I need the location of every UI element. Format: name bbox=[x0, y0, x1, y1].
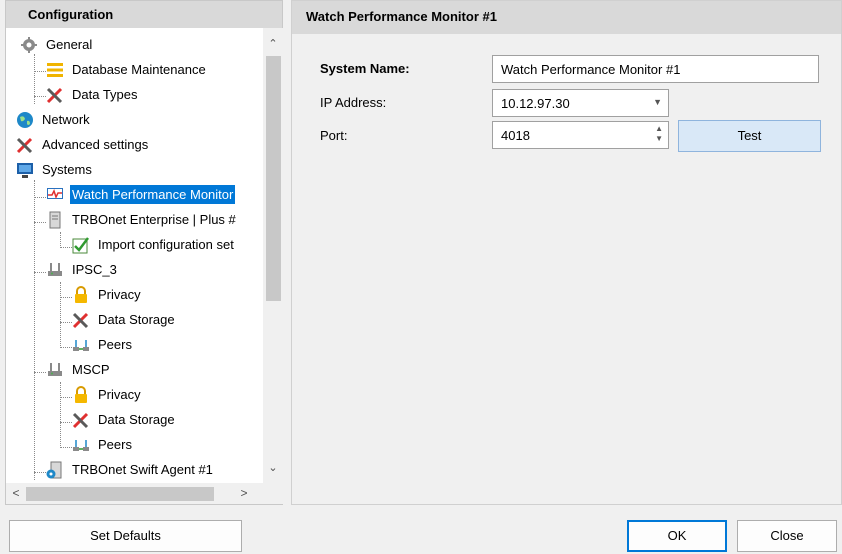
peers-icon bbox=[72, 336, 92, 354]
tree-item-label: IPSC_3 bbox=[72, 262, 117, 277]
system-name-field[interactable]: Watch Performance Monitor #1 bbox=[492, 55, 819, 83]
tree-item-label: TRBOnet Enterprise | Plus # bbox=[72, 212, 236, 227]
tree-item-label: Peers bbox=[98, 337, 132, 352]
port-value: 4018 bbox=[501, 128, 530, 143]
tools-icon bbox=[72, 311, 92, 329]
tree-item-data-storage[interactable]: Data Storage bbox=[72, 307, 177, 332]
tree-horizontal-scrollbar[interactable]: < > bbox=[6, 483, 263, 504]
database-maintenance-icon bbox=[46, 61, 66, 79]
spin-arrows-icon[interactable]: ▲ ▼ bbox=[655, 124, 663, 144]
tree-vertical-scrollbar[interactable]: ⌃ ⌄ bbox=[263, 28, 283, 483]
configuration-tree[interactable]: General Database Maintenance Data Types bbox=[6, 28, 263, 483]
tree-item-data-storage[interactable]: Data Storage bbox=[72, 407, 177, 432]
repeater-icon bbox=[46, 261, 66, 279]
tree-item-database-maintenance[interactable]: Database Maintenance bbox=[46, 57, 208, 82]
tree-item-mscp[interactable]: MSCP bbox=[46, 357, 112, 382]
tree-item-peers[interactable]: Peers bbox=[72, 332, 134, 357]
configuration-panel: Configuration General Database Maintenan… bbox=[5, 0, 283, 505]
tree-item-systems[interactable]: Systems bbox=[16, 157, 94, 182]
tree-item-label: Systems bbox=[42, 162, 92, 177]
lock-icon bbox=[72, 285, 92, 304]
globe-icon bbox=[16, 111, 36, 129]
tools-icon bbox=[16, 136, 36, 154]
configuration-header: Configuration bbox=[6, 1, 282, 28]
performance-monitor-icon bbox=[46, 186, 66, 204]
scrollbar-thumb[interactable] bbox=[26, 487, 214, 501]
tree-item-import-configuration[interactable]: Import configuration set bbox=[72, 232, 236, 257]
test-button[interactable]: Test bbox=[678, 120, 821, 152]
close-button[interactable]: Close bbox=[737, 520, 837, 552]
tree-item-label: Data Storage bbox=[98, 412, 175, 427]
tree-item-privacy[interactable]: Privacy bbox=[72, 282, 143, 307]
scrollbar-thumb[interactable] bbox=[266, 56, 281, 301]
tree-item-trbonet-swift-agent[interactable]: TRBOnet Swift Agent #1 bbox=[46, 457, 215, 482]
ip-address-label: IP Address: bbox=[320, 95, 387, 110]
tree-item-label: Database Maintenance bbox=[72, 62, 206, 77]
configuration-window: Configuration General Database Maintenan… bbox=[0, 0, 842, 554]
tree-item-label: Privacy bbox=[98, 287, 141, 302]
ip-address-combo[interactable]: 10.12.97.30 ▼ bbox=[492, 89, 669, 117]
tree-item-label: Peers bbox=[98, 437, 132, 452]
lock-icon bbox=[72, 385, 92, 404]
tree-item-label: Watch Performance Monitor bbox=[70, 185, 236, 204]
system-name-value: Watch Performance Monitor #1 bbox=[501, 62, 681, 77]
tree-item-general[interactable]: General bbox=[20, 32, 94, 57]
server-icon bbox=[46, 211, 66, 229]
tree-item-watch-performance-monitor[interactable]: Watch Performance Monitor bbox=[46, 182, 236, 207]
tree-item-trbonet-enterprise[interactable]: TRBOnet Enterprise | Plus # bbox=[46, 207, 238, 232]
tree-item-label: General bbox=[46, 37, 93, 52]
tools-icon bbox=[46, 86, 66, 104]
tree-item-ipsc-3[interactable]: IPSC_3 bbox=[46, 257, 119, 282]
chevron-down-icon[interactable]: ▼ bbox=[653, 97, 662, 107]
tree-item-label: Privacy bbox=[98, 387, 141, 402]
tree-item-data-types[interactable]: Data Types bbox=[46, 82, 140, 107]
scroll-right-icon[interactable]: > bbox=[234, 483, 254, 504]
tree-item-label: Network bbox=[42, 112, 90, 127]
tree-item-label: Advanced settings bbox=[42, 137, 149, 152]
system-name-label: System Name: bbox=[320, 61, 410, 76]
tree-item-network[interactable]: Network bbox=[16, 107, 92, 132]
scroll-up-icon[interactable]: ⌃ bbox=[263, 34, 283, 54]
tree-item-label: Data Types bbox=[72, 87, 138, 102]
scroll-left-icon[interactable]: < bbox=[6, 483, 26, 504]
tree-item-label: Data Storage bbox=[98, 312, 175, 327]
tree-item-label: Import configuration set bbox=[98, 237, 234, 252]
scrollbar-corner bbox=[263, 483, 283, 504]
set-defaults-button[interactable]: Set Defaults bbox=[9, 520, 242, 552]
scroll-down-icon[interactable]: ⌄ bbox=[263, 458, 283, 478]
system-settings-panel: Watch Performance Monitor #1 System Name… bbox=[291, 0, 842, 505]
swift-agent-icon bbox=[46, 461, 66, 479]
ok-button[interactable]: OK bbox=[627, 520, 727, 552]
peers-icon bbox=[72, 436, 92, 454]
port-stepper[interactable]: 4018 ▲ ▼ bbox=[492, 121, 669, 149]
tree-item-privacy[interactable]: Privacy bbox=[72, 382, 143, 407]
system-settings-header: Watch Performance Monitor #1 bbox=[292, 1, 841, 34]
tree-item-advanced-settings[interactable]: Advanced settings bbox=[16, 132, 150, 157]
ip-address-value: 10.12.97.30 bbox=[501, 96, 570, 111]
port-label: Port: bbox=[320, 128, 348, 143]
repeater-icon bbox=[46, 361, 66, 379]
tree-item-label: MSCP bbox=[72, 362, 110, 377]
tree-item-peers[interactable]: Peers bbox=[72, 432, 134, 457]
gear-icon bbox=[20, 36, 40, 54]
tree-item-label: TRBOnet Swift Agent #1 bbox=[72, 462, 213, 477]
import-check-icon bbox=[72, 236, 92, 254]
systems-monitor-icon bbox=[16, 161, 36, 179]
tools-icon bbox=[72, 411, 92, 429]
